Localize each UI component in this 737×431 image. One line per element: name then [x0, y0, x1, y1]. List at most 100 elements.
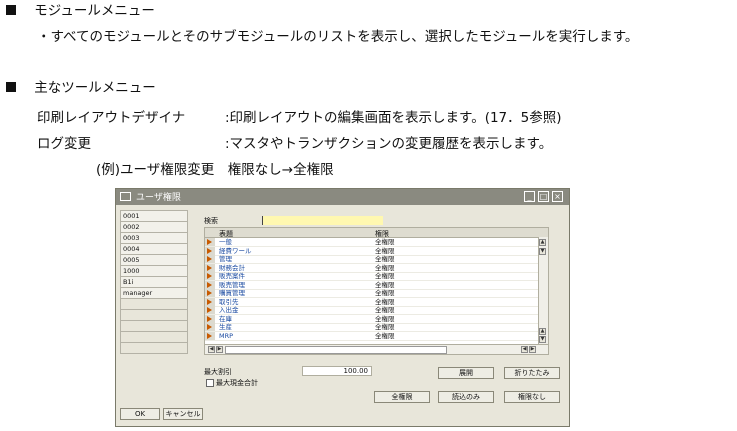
row-subject: 取引先: [219, 297, 239, 306]
row-marker[interactable]: [205, 255, 215, 263]
minimize-icon[interactable]: _: [524, 191, 535, 202]
horizontal-scrollbar[interactable]: ◀ ▶ ◀ ▶: [205, 344, 548, 354]
row-subject: 販売案件: [219, 272, 245, 280]
user-list-item[interactable]: 0004: [120, 243, 188, 254]
grid-header: 表題 権限: [205, 228, 548, 238]
row-permission[interactable]: 全権限: [375, 323, 395, 331]
scroll-up-icon[interactable]: ▲: [539, 239, 546, 246]
scroll-right-icon[interactable]: ▶: [216, 346, 223, 353]
expand-arrow-icon[interactable]: [207, 247, 212, 254]
section-tool-menu: 主なツールメニュー: [6, 79, 156, 97]
collapse-button[interactable]: 折りたたみ: [504, 367, 560, 379]
square-bullet-icon: [6, 82, 16, 92]
square-bullet-icon: [6, 5, 16, 15]
row-subject: 財務会計: [219, 263, 245, 272]
user-list-item[interactable]: 1000: [120, 265, 188, 276]
ok-button[interactable]: OK: [120, 408, 160, 420]
no-permission-button[interactable]: 権限なし: [504, 391, 560, 403]
row-permission[interactable]: 全権限: [375, 298, 395, 306]
expand-arrow-icon[interactable]: [207, 239, 212, 245]
row-marker[interactable]: [205, 331, 215, 340]
scroll-up-icon[interactable]: ▲: [539, 328, 546, 335]
window-titlebar[interactable]: ユーザ権限 _ □ ×: [116, 189, 569, 205]
row-permission[interactable]: 全権限: [375, 289, 395, 297]
permissions-grid: 表題 権限 一般 全権限 経費ワール 全権限 管理 全権限 財務会計 全権限 販売案件 全権限 販売…: [204, 227, 549, 355]
user-list-item[interactable]: 0005: [120, 254, 188, 265]
scroll-down-icon[interactable]: ▼: [539, 336, 546, 343]
row-permission[interactable]: 全権限: [375, 306, 395, 314]
expand-button[interactable]: 展開: [438, 367, 494, 379]
row-marker[interactable]: [205, 306, 215, 314]
row-subject: 経費ワール: [219, 246, 252, 255]
user-list-item[interactable]: manager: [120, 287, 188, 298]
vertical-scrollbar[interactable]: ▲ ▼ ▲ ▼: [538, 237, 548, 345]
row-permission[interactable]: 全権限: [375, 315, 395, 323]
expand-arrow-icon[interactable]: [207, 290, 212, 296]
user-list-empty-row: [120, 331, 188, 342]
expand-arrow-icon[interactable]: [207, 298, 212, 305]
expand-arrow-icon[interactable]: [207, 264, 212, 271]
close-icon[interactable]: ×: [552, 191, 563, 202]
change-log-label: ログ変更: [37, 136, 91, 152]
search-label: 検索: [204, 217, 218, 225]
row-subject: 管理: [219, 255, 232, 263]
read-only-button[interactable]: 読込のみ: [438, 391, 494, 403]
row-marker[interactable]: [205, 289, 215, 297]
grid-row[interactable]: MRP 全権限: [205, 331, 538, 341]
row-marker[interactable]: [205, 297, 215, 306]
row-subject: 入出金: [219, 306, 239, 314]
scroll-left-icon[interactable]: ◀: [208, 346, 215, 353]
row-subject: 一般: [219, 238, 232, 246]
user-list-empty-row: [120, 298, 188, 309]
row-permission[interactable]: 全権限: [375, 281, 395, 289]
expand-arrow-icon[interactable]: [207, 307, 212, 313]
change-log-description: :マスタやトランザクションの変更履歴を表示します。: [225, 136, 553, 152]
user-list-item[interactable]: B1i: [120, 276, 188, 287]
expand-arrow-icon[interactable]: [207, 273, 212, 279]
max-discount-field[interactable]: 100.00: [302, 366, 372, 376]
row-marker[interactable]: [205, 280, 215, 289]
row-permission[interactable]: 全権限: [375, 255, 395, 263]
expand-arrow-icon[interactable]: [207, 315, 212, 322]
expand-arrow-icon[interactable]: [207, 281, 212, 288]
user-list-item[interactable]: 0002: [120, 221, 188, 232]
expand-arrow-icon[interactable]: [207, 256, 212, 262]
row-permission[interactable]: 全権限: [375, 247, 395, 255]
row-marker[interactable]: [205, 314, 215, 323]
module-menu-description: ・すべてのモジュールとそのサブモジュールのリストを表示し、選択したモジュールを実…: [37, 29, 639, 45]
maximize-icon[interactable]: □: [538, 191, 549, 202]
cancel-button[interactable]: キャンセル: [163, 408, 203, 420]
window-icon: [120, 192, 131, 201]
max-cash-label: 最大現金合計: [216, 379, 258, 387]
max-cash-checkbox[interactable]: [206, 379, 214, 387]
expand-arrow-icon[interactable]: [207, 324, 212, 330]
scroll-left-icon[interactable]: ◀: [521, 346, 528, 353]
user-list-empty-row: [120, 309, 188, 320]
row-marker[interactable]: [205, 263, 215, 272]
row-permission[interactable]: 全権限: [375, 264, 395, 272]
full-permission-button[interactable]: 全権限: [374, 391, 430, 403]
row-subject: 販売管理: [219, 280, 245, 289]
user-list-item[interactable]: 0003: [120, 232, 188, 243]
scroll-down-icon[interactable]: ▼: [539, 248, 546, 255]
max-discount-label: 最大割引: [204, 368, 232, 376]
search-input[interactable]: [262, 216, 383, 225]
scroll-right-icon[interactable]: ▶: [529, 346, 536, 353]
user-permissions-window: ユーザ権限 _ □ × 0001 0002 0003 0004 0005 100…: [115, 188, 570, 427]
row-permission[interactable]: 全権限: [375, 272, 395, 280]
row-marker[interactable]: [205, 323, 215, 331]
expand-arrow-icon[interactable]: [207, 332, 212, 339]
row-subject: 在庫: [219, 314, 232, 323]
row-subject: 生産: [219, 323, 232, 331]
row-subject: 購買管理: [219, 289, 245, 297]
user-list-item[interactable]: 0001: [120, 210, 188, 221]
row-subject: MRP: [219, 331, 234, 340]
row-permission[interactable]: 全権限: [375, 238, 395, 246]
horizontal-scroll-thumb[interactable]: [225, 346, 447, 354]
row-permission[interactable]: 全権限: [375, 332, 395, 340]
row-marker[interactable]: [205, 246, 215, 255]
row-marker[interactable]: [205, 272, 215, 280]
print-layout-description: :印刷レイアウトの編集画面を表示します。(17．5参照): [225, 110, 562, 126]
window-title: ユーザ権限: [136, 193, 181, 203]
row-marker[interactable]: [205, 238, 215, 246]
